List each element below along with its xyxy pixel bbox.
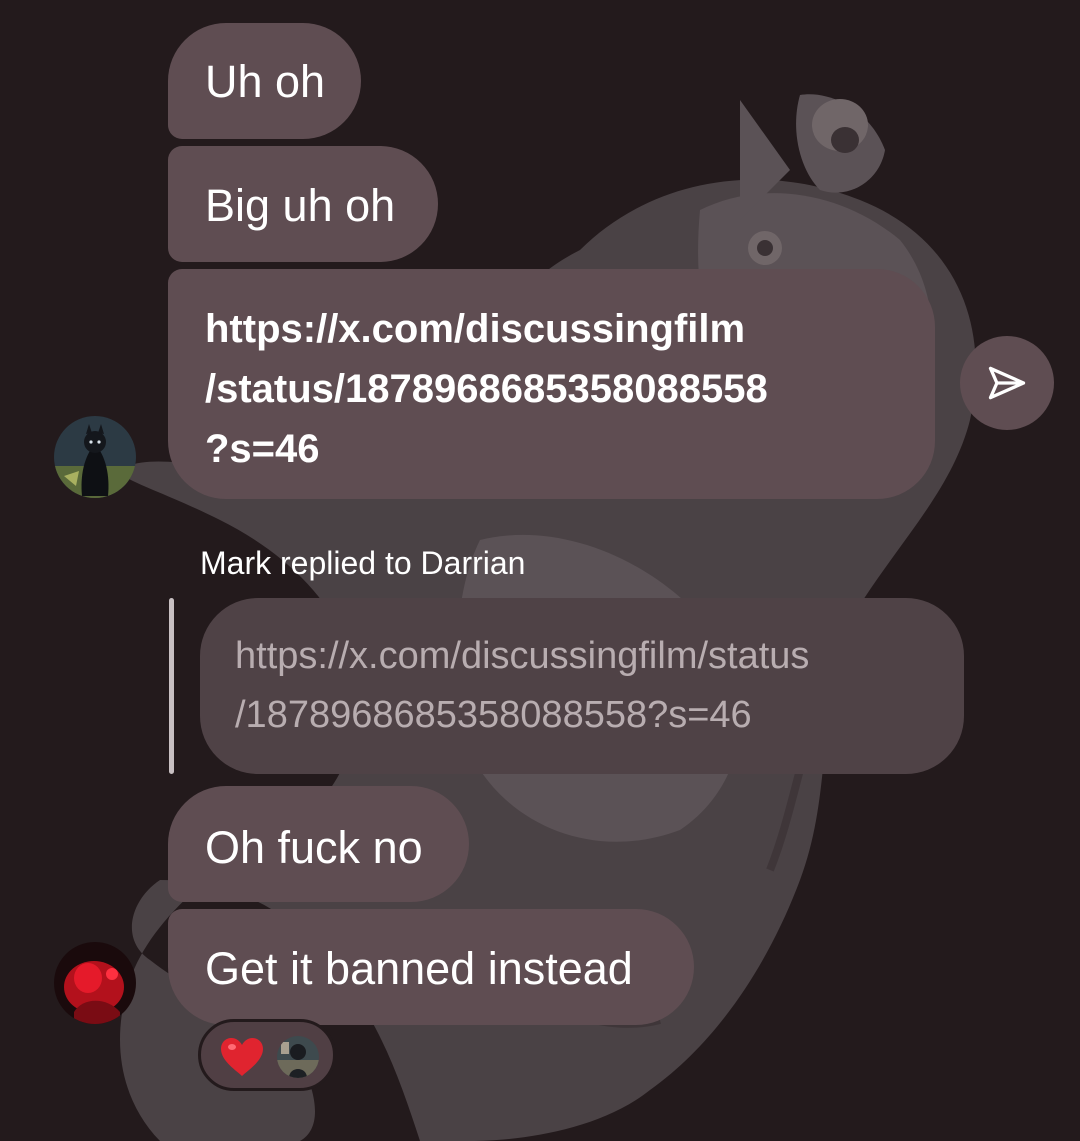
reaction-pill[interactable] [198,1019,336,1091]
red-heart-icon [221,1038,263,1076]
send-icon [988,366,1026,400]
message-text: Big uh oh [205,180,396,231]
link-message-bubble[interactable]: https://x.com/discussingfilm /status/187… [168,269,935,499]
message-text: Oh fuck no [205,822,423,873]
message-bubble[interactable]: Uh oh [168,23,361,139]
link-text-line[interactable]: https://x.com/discussingfilm [205,299,935,359]
share-button[interactable] [960,336,1054,430]
avatar-image [54,942,136,1024]
message-text: Get it banned instead [205,943,633,994]
message-text: Uh oh [205,56,326,107]
message-bubble[interactable]: Big uh oh [168,146,438,262]
message-bubble[interactable]: Get it banned instead [168,909,694,1025]
avatar-image [277,1036,319,1078]
link-text-line[interactable]: /status/1878968685358088558 [205,359,935,419]
sender-avatar[interactable] [54,942,136,1024]
quoted-text-line: https://x.com/discussingfilm/status [235,635,810,677]
sender-avatar[interactable] [54,416,136,498]
message-bubble[interactable]: Oh fuck no [168,786,469,902]
reply-label: Mark replied to Darrian [200,545,526,581]
reactor-avatar [277,1036,319,1078]
link-text-line[interactable]: ?s=46 [205,419,935,479]
chat-thread: Uh oh Big uh oh https://x.com/discussing… [0,0,1080,1141]
quoted-text-line: /1878968685358088558?s=46 [235,694,752,736]
quote-bar [169,598,174,774]
quoted-message-bubble[interactable]: https://x.com/discussingfilm/status /187… [200,598,964,774]
avatar-image [54,416,136,498]
